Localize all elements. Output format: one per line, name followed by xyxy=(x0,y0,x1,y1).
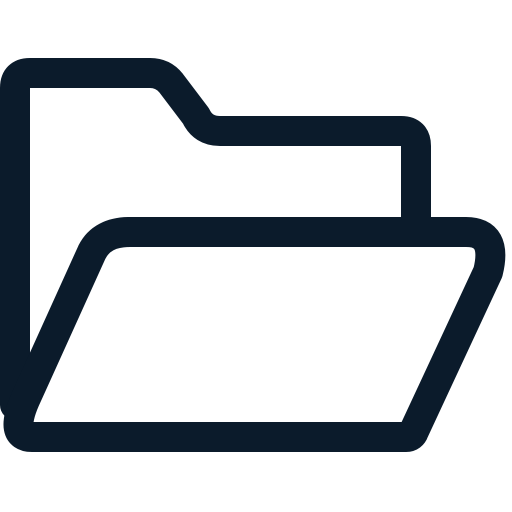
open-folder-icon xyxy=(0,58,506,452)
folder-front-flap-icon xyxy=(3,217,506,452)
icon-canvas xyxy=(0,0,512,512)
